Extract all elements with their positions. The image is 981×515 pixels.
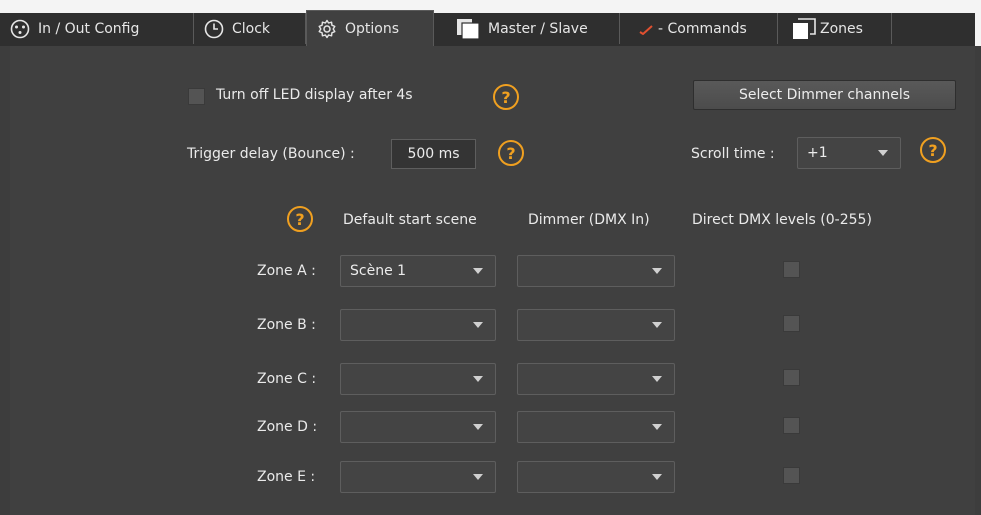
tab-clock[interactable]: Clock (194, 13, 306, 44)
tab-master-slave[interactable]: Master / Slave (434, 13, 620, 44)
dimmer-select[interactable] (517, 461, 675, 493)
tab-label: In / Out Config (38, 20, 140, 37)
tab-label: Master / Slave (488, 20, 588, 37)
scroll-time-select[interactable]: +1 (797, 137, 901, 169)
chevron-down-icon (652, 268, 662, 274)
zone-row: Zone A : Scène 1 (10, 254, 975, 288)
zone-label: Zone C : (257, 371, 317, 387)
zone-label: Zone B : (257, 317, 316, 333)
trigger-delay-input[interactable]: 500 ms (391, 139, 476, 169)
tab-label: Clock (232, 20, 271, 37)
xlr-connector-icon (10, 19, 30, 38)
chevron-down-icon (473, 474, 483, 480)
chevron-down-icon (878, 150, 888, 156)
column-header-dimmer: Dimmer (DMX In) (528, 212, 650, 228)
chevron-down-icon (473, 268, 483, 274)
chevron-down-icon (652, 424, 662, 430)
zone-label: Zone A : (257, 263, 316, 279)
led-off-label: Turn off LED display after 4s (216, 87, 413, 103)
dimmer-select[interactable] (517, 255, 675, 287)
zone-row: Zone C : (10, 362, 975, 396)
column-header-start-scene: Default start scene (343, 212, 477, 228)
help-icon[interactable]: ? (287, 206, 313, 232)
dimmer-select[interactable] (517, 309, 675, 341)
direct-dmx-checkbox[interactable] (783, 467, 800, 484)
clock-icon (204, 19, 224, 38)
scroll-time-value: +1 (807, 145, 828, 161)
help-icon[interactable]: ? (493, 84, 519, 110)
direct-dmx-checkbox[interactable] (783, 261, 800, 278)
zone-label: Zone D : (257, 419, 318, 435)
tab-label: Zones (820, 20, 863, 37)
tab-in-out-config[interactable]: In / Out Config (0, 13, 194, 44)
zones-icon (793, 17, 816, 39)
options-panel: Turn off LED display after 4s ? Select D… (10, 46, 975, 515)
master-slave-icon (457, 18, 480, 40)
start-scene-select[interactable] (340, 309, 496, 341)
zone-label: Zone E : (257, 469, 316, 485)
scroll-time-label: Scroll time : (691, 146, 775, 162)
direct-dmx-checkbox[interactable] (783, 369, 800, 386)
zone-row: Zone E : (10, 460, 975, 494)
direct-dmx-checkbox[interactable] (783, 315, 800, 332)
column-header-direct-dmx: Direct DMX levels (0-255) (692, 212, 872, 228)
zone-row: Zone D : (10, 410, 975, 444)
direct-dmx-checkbox[interactable] (783, 417, 800, 434)
tab-zones[interactable]: Zones (778, 13, 892, 44)
start-scene-select[interactable]: Scène 1 (340, 255, 496, 287)
checkmark-icon (639, 24, 653, 35)
tab-bar: In / Out Config Clock Options Master / S… (0, 0, 981, 46)
start-scene-select[interactable] (340, 461, 496, 493)
start-scene-select[interactable] (340, 363, 496, 395)
select-dimmer-channels-button[interactable]: Select Dimmer channels (693, 80, 956, 110)
tab-options[interactable]: Options (306, 10, 434, 46)
chevron-down-icon (473, 322, 483, 328)
start-scene-select[interactable] (340, 411, 496, 443)
help-icon[interactable]: ? (498, 140, 524, 166)
dimmer-select[interactable] (517, 363, 675, 395)
led-off-checkbox[interactable] (188, 88, 205, 105)
trigger-delay-label: Trigger delay (Bounce) : (187, 146, 355, 162)
tab-label: - Commands (658, 20, 747, 37)
tab-label: Options (345, 20, 400, 37)
help-icon[interactable]: ? (920, 137, 946, 163)
chevron-down-icon (652, 474, 662, 480)
start-scene-value: Scène 1 (350, 263, 407, 279)
dimmer-select[interactable] (517, 411, 675, 443)
chevron-down-icon (473, 376, 483, 382)
tab-commands[interactable]: - Commands (620, 13, 778, 44)
chevron-down-icon (652, 322, 662, 328)
gear-icon (318, 19, 336, 38)
chevron-down-icon (652, 376, 662, 382)
chevron-down-icon (473, 424, 483, 430)
zone-row: Zone B : (10, 308, 975, 342)
